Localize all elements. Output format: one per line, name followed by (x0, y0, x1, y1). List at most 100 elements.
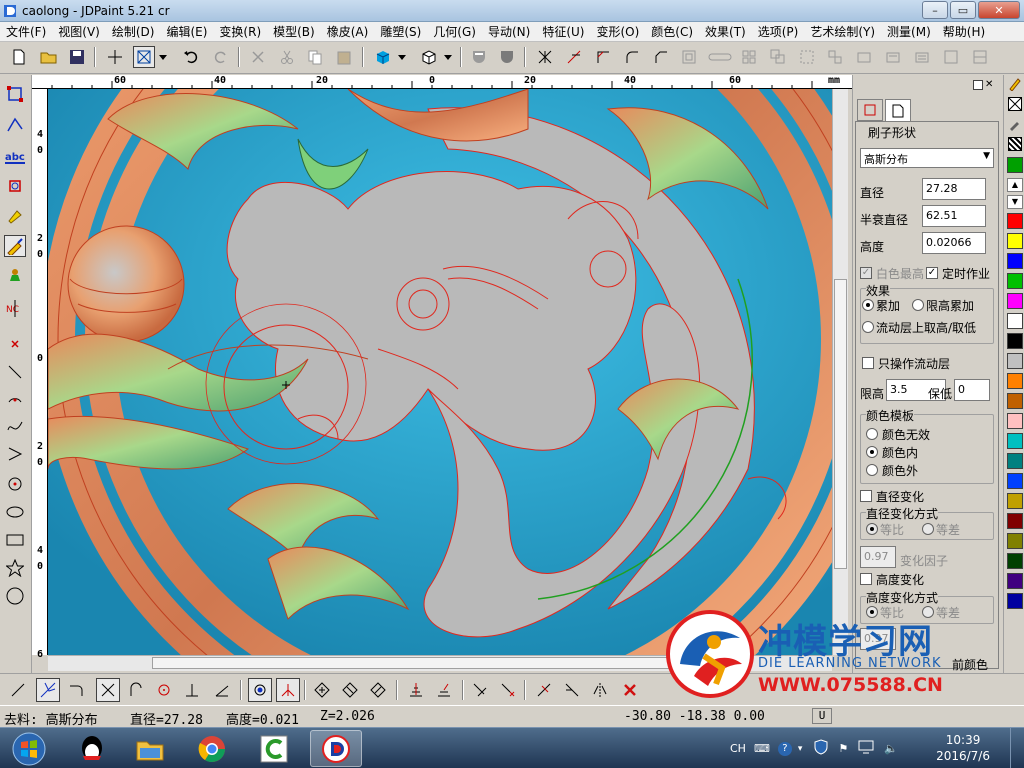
paste-icon[interactable] (333, 46, 355, 68)
chrome-icon[interactable] (186, 730, 238, 767)
snap-tangent-icon[interactable] (64, 678, 88, 702)
color-swatch[interactable] (1007, 493, 1023, 509)
layer-d-icon[interactable] (940, 46, 962, 68)
fillet-icon[interactable] (621, 46, 643, 68)
dropper-icon[interactable] (1008, 117, 1022, 134)
volume-icon[interactable]: 🔈 (884, 742, 898, 755)
scroll-down-icon[interactable]: ▼ (1007, 195, 1023, 209)
cube-dropdown-icon[interactable] (394, 46, 410, 68)
cut-icon[interactable] (276, 46, 298, 68)
ime-indicator[interactable]: CH (730, 742, 746, 755)
factor-input[interactable]: 0.97 (860, 546, 896, 568)
mirror-icon[interactable] (588, 678, 612, 702)
jdpaint-taskbar-icon[interactable] (310, 730, 362, 767)
menu-model[interactable]: 模型(B) (267, 23, 321, 40)
height-input[interactable]: 0.02066 (922, 232, 986, 254)
text-tool-icon[interactable]: abc (4, 147, 26, 169)
wire-cube-icon[interactable] (418, 46, 440, 68)
effect-limit-add-radio[interactable] (912, 299, 924, 311)
diameter-change-checkbox[interactable] (860, 490, 872, 502)
start-button[interactable] (2, 730, 56, 767)
panel-close-icon[interactable]: ✕ (985, 80, 995, 90)
pick-icon[interactable] (468, 678, 492, 702)
menu-sculpt[interactable]: 雕塑(S) (374, 23, 427, 40)
color-swatch[interactable] (1007, 473, 1023, 489)
menu-eraser[interactable]: 橡皮(A) (321, 23, 375, 40)
tray-expand-icon[interactable]: ▾ (798, 744, 803, 754)
color-swatch[interactable] (1007, 157, 1023, 173)
diameter-diff-radio[interactable] (922, 523, 934, 535)
color-swatch[interactable] (1007, 213, 1023, 229)
open-folder-icon[interactable] (38, 46, 60, 68)
menu-file[interactable]: 文件(F) (0, 23, 52, 40)
undo-icon[interactable] (180, 46, 202, 68)
color-swatch[interactable] (1007, 513, 1023, 529)
menu-options[interactable]: 选项(P) (752, 23, 805, 40)
copy-array-icon[interactable] (767, 46, 789, 68)
scroll-up-icon[interactable]: ▲ (1007, 178, 1023, 192)
panel-tab-document[interactable] (885, 99, 911, 121)
color-swatch[interactable] (1007, 453, 1023, 469)
layer-down-icon[interactable] (432, 678, 456, 702)
layer-a-icon[interactable] (853, 46, 875, 68)
trim-icon[interactable] (563, 46, 585, 68)
no-color-icon[interactable] (1008, 97, 1022, 111)
color-inside-radio[interactable] (866, 446, 878, 458)
taskbar-clock[interactable]: 10:39 2016/7/6 (936, 732, 990, 764)
only-flow-layer-checkbox[interactable] (862, 357, 874, 369)
color-outside-radio[interactable] (866, 464, 878, 476)
color-swatch[interactable] (1007, 313, 1023, 329)
polyline-icon[interactable] (4, 443, 26, 465)
circle-outline-icon[interactable] (4, 585, 26, 607)
shield-mold-icon[interactable] (496, 46, 518, 68)
snap-arc-icon[interactable] (124, 678, 148, 702)
view-zoom-icon[interactable] (338, 678, 362, 702)
effect-flow-radio[interactable] (862, 321, 874, 333)
show-desktop-button[interactable] (1010, 728, 1024, 768)
draw-line-icon[interactable] (6, 678, 30, 702)
menu-effect[interactable]: 效果(T) (699, 23, 752, 40)
color-swatch[interactable] (1007, 253, 1023, 269)
color-swatch[interactable] (1007, 393, 1023, 409)
snap-perpendicular-icon[interactable] (180, 678, 204, 702)
diameter-ratio-radio[interactable] (866, 523, 878, 535)
redo-icon[interactable] (210, 46, 232, 68)
white-highest-checkbox[interactable]: ✓ (860, 267, 872, 279)
color-none-radio[interactable] (866, 428, 878, 440)
view-fit-icon[interactable] (310, 678, 334, 702)
menu-geometry[interactable]: 几何(G) (427, 23, 482, 40)
snap-grid-icon[interactable] (248, 678, 272, 702)
menu-view[interactable]: 视图(V) (52, 23, 106, 40)
menu-edit[interactable]: 编辑(E) (160, 23, 213, 40)
snap-node-icon[interactable] (36, 678, 60, 702)
select-rect-icon[interactable] (4, 83, 26, 105)
menu-feature[interactable]: 特征(U) (536, 23, 590, 40)
star-icon[interactable] (4, 557, 26, 579)
brush-shape-select[interactable]: 高斯分布 ▼ (860, 148, 994, 168)
paint-icon[interactable] (4, 205, 26, 227)
layer-c-icon[interactable] (911, 46, 933, 68)
color-swatch[interactable] (1007, 553, 1023, 569)
close-button[interactable]: ✕ (978, 1, 1020, 19)
snap-center-icon[interactable] (152, 678, 176, 702)
minimize-button[interactable]: – (922, 1, 948, 19)
array-icon[interactable] (738, 46, 760, 68)
menu-measure[interactable]: 测量(M) (881, 23, 937, 40)
pattern-icon[interactable] (1008, 137, 1022, 151)
arc-icon[interactable] (4, 387, 26, 409)
maximize-button[interactable]: ▭ (950, 1, 976, 19)
color-swatch[interactable] (1007, 413, 1023, 429)
file-explorer-icon[interactable] (124, 730, 176, 767)
color-swatch[interactable] (1007, 533, 1023, 549)
network-icon[interactable] (858, 740, 874, 757)
snap-axis-icon[interactable] (276, 678, 300, 702)
nc-tool-icon[interactable]: NC (4, 297, 26, 319)
keep-low-input[interactable]: 0 (954, 379, 990, 401)
color-swatch[interactable] (1007, 433, 1023, 449)
cancel-red-x-icon[interactable] (618, 678, 642, 702)
menu-deform[interactable]: 变形(O) (590, 23, 645, 40)
group-icon[interactable] (796, 46, 818, 68)
relief-tool-icon[interactable] (4, 265, 26, 287)
offset-icon[interactable] (678, 46, 700, 68)
menu-color[interactable]: 颜色(C) (645, 23, 699, 40)
